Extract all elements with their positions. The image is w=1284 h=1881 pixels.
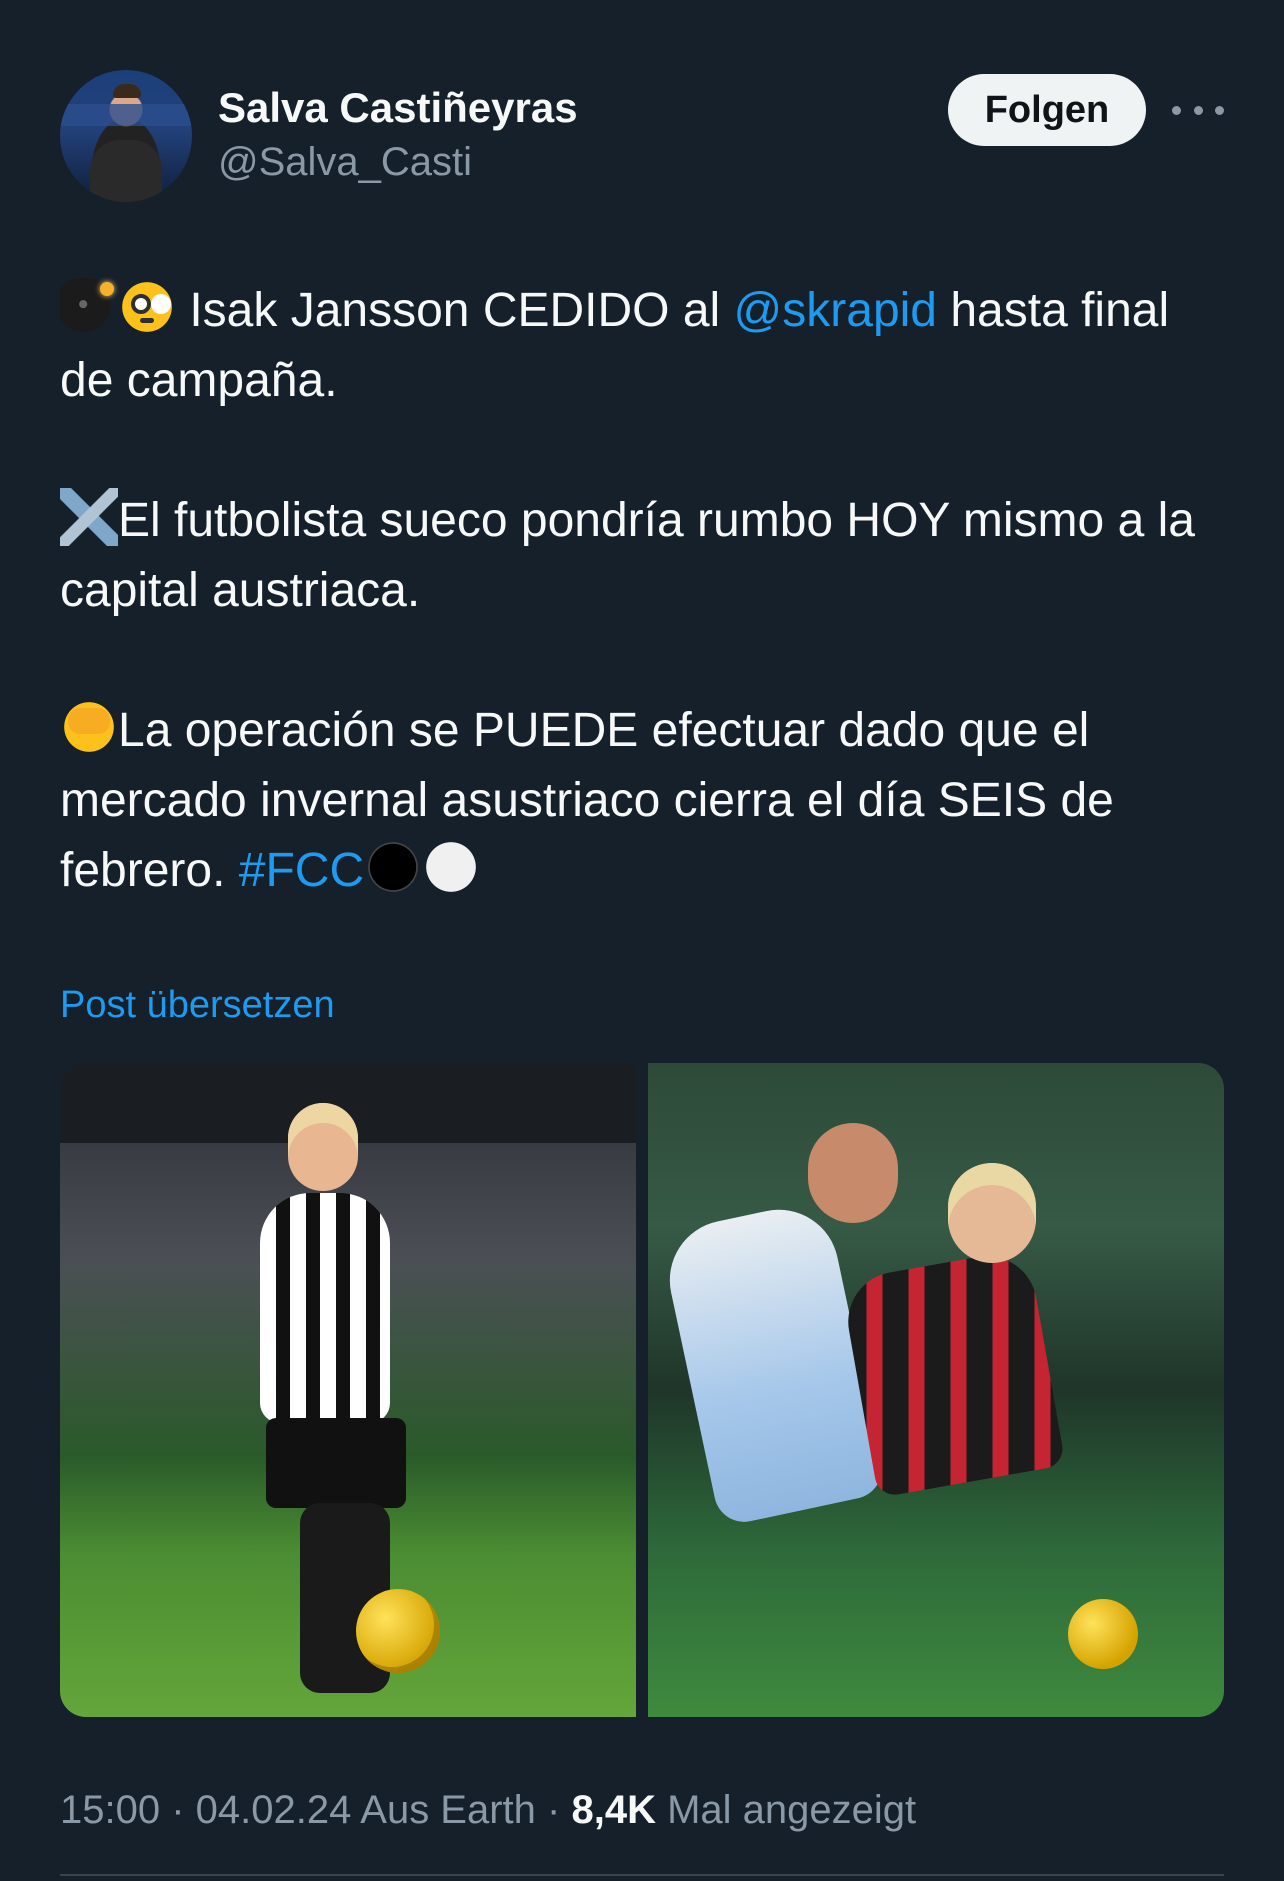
author-handle[interactable]: @Salva_Casti <box>218 140 472 185</box>
views-label: Mal angezeigt <box>655 1788 917 1832</box>
divider <box>60 1874 1224 1876</box>
tweet-meta: 15:00 · 04.02.24 Aus Earth · 8,4K Mal an… <box>60 1788 916 1833</box>
views-count: 8,4K <box>571 1788 656 1832</box>
author-name[interactable]: Salva Castiñeyras <box>218 84 578 132</box>
bomb-icon <box>60 278 118 336</box>
tweet-time[interactable]: 15:00 <box>60 1788 160 1832</box>
translate-post-link[interactable]: Post übersetzen <box>60 984 335 1027</box>
media-grid <box>60 1063 1224 1717</box>
follow-button[interactable]: Folgen <box>948 74 1146 146</box>
hashtag-link[interactable]: #FCC <box>239 844 364 897</box>
avatar[interactable] <box>60 70 192 202</box>
tweet-paragraph-1: Isak Jansson CEDIDO al @skrapid hasta fi… <box>60 276 1230 416</box>
mention-link[interactable]: @skrapid <box>734 284 937 337</box>
separator: · <box>535 1788 572 1832</box>
airplane-icon <box>60 488 118 546</box>
separator: · <box>160 1788 196 1832</box>
tweet-text-segment: El futbolista sueco pondría rumbo HOY mi… <box>60 494 1195 617</box>
tweet-paragraph-2: El futbolista sueco pondría rumbo HOY mi… <box>60 486 1230 626</box>
tweet-text-segment: La operación se PUEDE efectuar dado que … <box>60 704 1114 897</box>
flushed-face-icon <box>118 278 176 336</box>
tweet-header: Salva Castiñeyras @Salva_Casti Folgen <box>60 70 1224 210</box>
white-circle-icon <box>422 838 481 896</box>
tweet-photo-2[interactable] <box>648 1063 1224 1717</box>
tweet-date[interactable]: 04.02.24 <box>196 1788 352 1832</box>
tweet-location: Aus Earth <box>351 1788 536 1832</box>
face-peeking-icon <box>60 698 118 756</box>
black-circle-icon <box>364 838 423 896</box>
tweet-text-segment: Isak Jansson CEDIDO al <box>176 284 734 337</box>
tweet-paragraph-3: La operación se PUEDE efectuar dado que … <box>60 696 1230 906</box>
tweet-text: Isak Jansson CEDIDO al @skrapid hasta fi… <box>60 276 1230 906</box>
more-options-icon[interactable] <box>1172 92 1224 128</box>
tweet-photo-1[interactable] <box>60 1063 636 1717</box>
